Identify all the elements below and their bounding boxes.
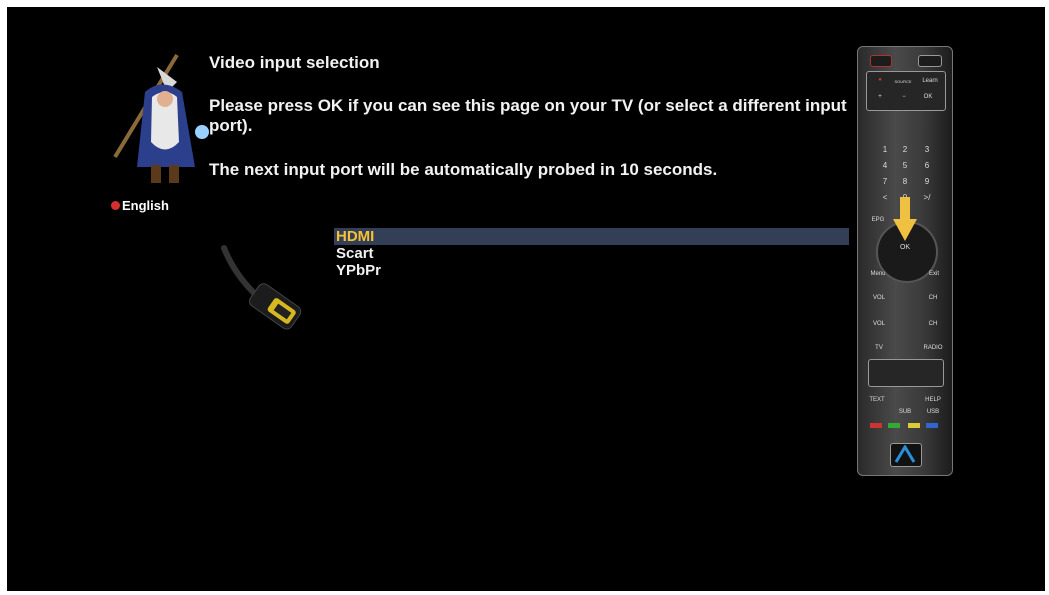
green-key xyxy=(888,423,900,428)
menu-key: Menu xyxy=(870,271,886,277)
ok-key: OK xyxy=(899,244,911,251)
brand-logo-icon xyxy=(894,445,916,463)
vol-down-key: VOL xyxy=(872,321,885,327)
input-option-scart[interactable]: Scart xyxy=(334,245,849,262)
transport-panel xyxy=(868,359,944,387)
num-key: 5 xyxy=(902,161,908,170)
red-key xyxy=(870,423,882,428)
num-key: 6 xyxy=(924,161,930,170)
hdmi-cable-icon xyxy=(221,245,302,330)
num-key: 3 xyxy=(924,145,930,154)
language-label: English xyxy=(122,198,169,213)
num-key: 4 xyxy=(882,161,888,170)
yellow-key xyxy=(908,423,920,428)
language-flag-icon xyxy=(111,201,120,210)
ok-small-key: OK xyxy=(923,94,933,100)
num-key: < xyxy=(882,193,888,202)
num-key: 9 xyxy=(924,177,930,186)
input-option-ypbpr[interactable]: YPbPr xyxy=(334,262,849,279)
mute-button xyxy=(918,55,942,67)
exit-key: Exit xyxy=(928,271,939,277)
sub-key: SUB xyxy=(898,409,912,415)
power-button xyxy=(870,55,892,67)
text-key: TEXT xyxy=(869,397,885,403)
learn-key: Learn xyxy=(922,78,938,84)
page-title: Video input selection xyxy=(209,53,380,72)
num-key: 1 xyxy=(882,145,888,154)
usb-key: USB xyxy=(926,409,940,415)
minus-key: − xyxy=(902,94,906,100)
radio-key: RADIO xyxy=(923,345,943,351)
source-key: SOURCE xyxy=(894,79,912,84)
blue-key xyxy=(926,423,938,428)
record-dot-icon: ● xyxy=(878,77,882,83)
epg-key: EPG xyxy=(871,217,885,223)
vol-up-key: VOL xyxy=(872,295,885,301)
instruction-text: Please press OK if you can see this page… xyxy=(209,96,847,135)
input-option-hdmi[interactable]: HDMI xyxy=(334,228,849,245)
ch-up-key: CH xyxy=(928,295,938,301)
probe-countdown-text: The next input port will be automaticall… xyxy=(209,160,718,179)
num-key: 8 xyxy=(902,177,908,186)
wizard-mascot-icon xyxy=(113,53,209,183)
input-port-list[interactable]: HDMI Scart YPbPr xyxy=(334,228,849,279)
num-key: >/ xyxy=(923,193,931,202)
help-key-label: HELP xyxy=(925,397,941,403)
tv-key: TV xyxy=(875,345,883,351)
ch-down-key: CH xyxy=(928,321,938,327)
num-key: 7 xyxy=(882,177,888,186)
tv-screen: English Video input selection Please pre… xyxy=(7,7,1045,591)
num-key: 2 xyxy=(902,145,908,154)
down-arrow-icon xyxy=(893,197,917,241)
remote-control-illustration: ● SOURCE Learn + − OK 1 2 3 4 5 6 7 8 9 … xyxy=(857,46,953,476)
plus-key: + xyxy=(878,94,882,100)
language-selector[interactable]: English xyxy=(111,198,169,213)
